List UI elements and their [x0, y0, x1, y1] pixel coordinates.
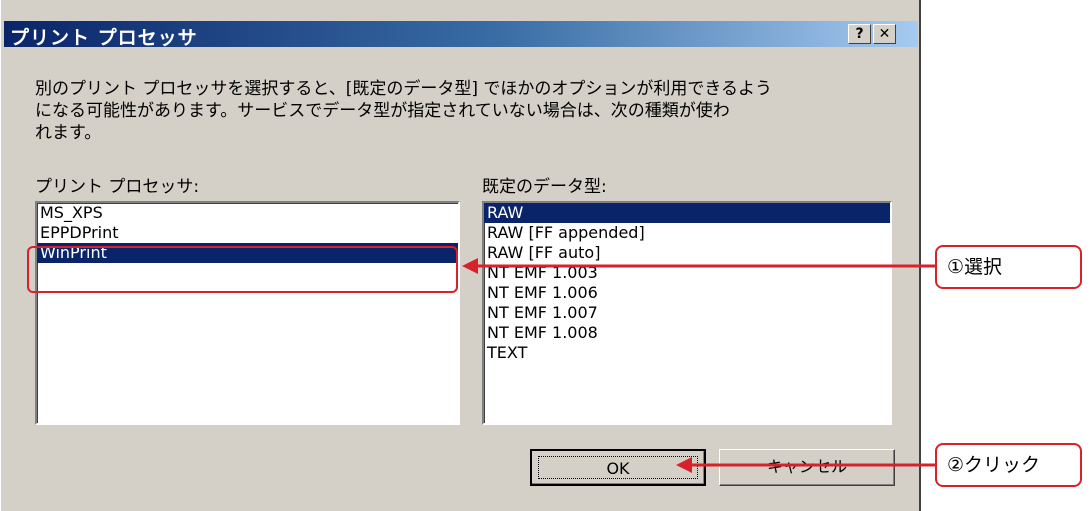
callout-step2: ②クリック	[935, 443, 1082, 487]
arrow-head-step1	[462, 258, 478, 274]
callout-step1: ①選択	[935, 245, 1082, 289]
annotation-arrows	[462, 258, 935, 473]
arrow-head-step2	[676, 457, 692, 473]
